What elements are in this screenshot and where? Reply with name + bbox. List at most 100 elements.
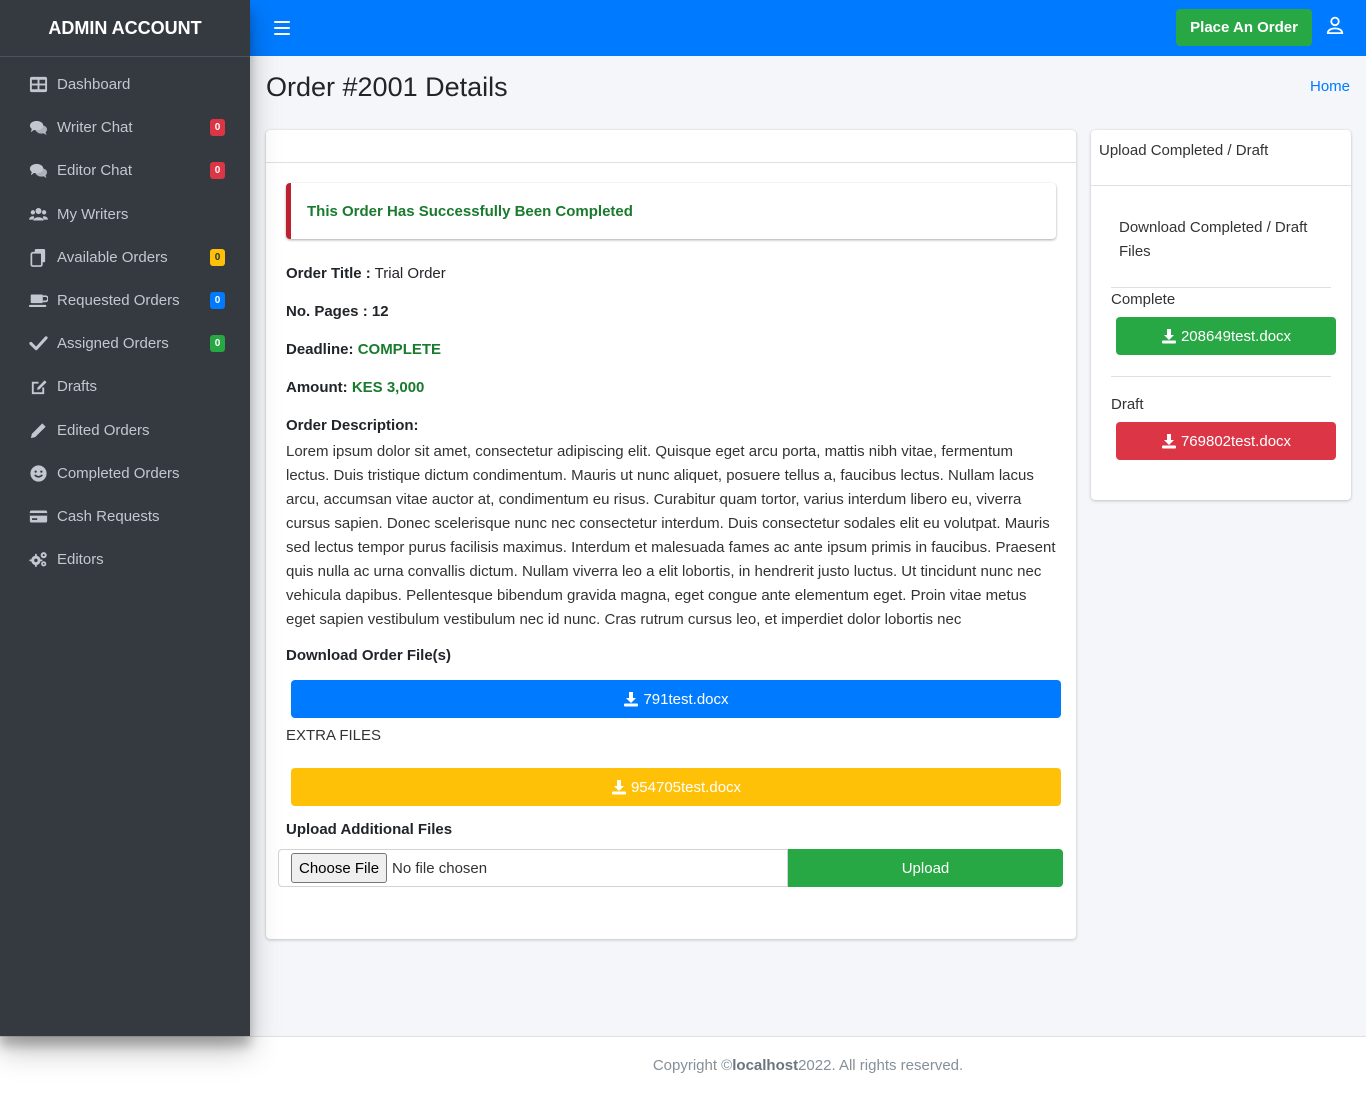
sidebar-item-dashboard[interactable]: Dashboard — [0, 63, 250, 106]
side-card-subtitle: Download Completed / Draft Files — [1119, 219, 1308, 260]
top-navbar: Place An Order — [250, 0, 1366, 56]
footer: Copyright © localhost 2022. All rights r… — [0, 1036, 1366, 1093]
users-icon — [27, 204, 49, 224]
sidebar-item-my-writers[interactable]: My Writers — [0, 193, 250, 236]
sidebar-item-label: Dashboard — [57, 76, 131, 94]
complete-label: Complete — [1111, 291, 1176, 308]
sidebar-item-label: Available Orders — [57, 248, 168, 266]
draft-file-download-button[interactable]: 769802test.docx — [1116, 422, 1336, 460]
available-orders-badge: 0 — [210, 248, 225, 266]
order-title-value: Trial Order — [374, 265, 446, 282]
draft-file-name: 769802test.docx — [1180, 432, 1292, 450]
brand-title[interactable]: ADMIN ACCOUNT — [0, 0, 250, 57]
amount-value: KES 3,000 — [351, 379, 425, 396]
assigned-orders-badge: 0 — [210, 335, 225, 353]
status-callout: This Order Has Successfully Been Complet… — [286, 183, 1056, 239]
pages-field: No. Pages : 12 — [286, 303, 389, 320]
footer-prefix: Copyright © — [652, 1056, 733, 1074]
place-order-button[interactable]: Place An Order — [1176, 9, 1312, 46]
footer-suffix: 2022. All rights reserved. — [798, 1056, 964, 1074]
file-input[interactable]: Choose File No file chosen — [278, 849, 788, 887]
no-file-text: No file chosen — [392, 859, 488, 877]
sidebar-item-available-orders[interactable]: Available Orders 0 — [0, 236, 250, 279]
sidebar: ADMIN ACCOUNT Dashboard Writer Chat 0 Ed… — [0, 0, 250, 1036]
complete-file-name: 208649test.docx — [1180, 327, 1292, 345]
download-label-text: Download Order File(s) — [286, 647, 452, 664]
upload-button[interactable]: Upload — [788, 849, 1063, 887]
comments-icon — [27, 161, 49, 181]
sidebar-nav: Dashboard Writer Chat 0 Editor Chat 0 My… — [0, 57, 250, 581]
amount-label: Amount: — [286, 379, 348, 396]
description-label: Order Description: — [286, 417, 419, 434]
deadline-label: Deadline: — [286, 341, 354, 358]
deadline-value: COMPLETE — [357, 341, 442, 358]
smile-icon — [27, 463, 49, 483]
sidebar-item-editors[interactable]: Editors — [0, 538, 250, 581]
deadline-field: Deadline: COMPLETE — [286, 341, 441, 358]
download-icon — [1161, 434, 1176, 449]
sidebar-item-assigned-orders[interactable]: Assigned Orders 0 — [0, 322, 250, 365]
user-icon[interactable] — [1326, 16, 1344, 34]
sidebar-item-editor-chat[interactable]: Editor Chat 0 — [0, 149, 250, 192]
amount-field: Amount: KES 3,000 — [286, 379, 424, 396]
order-file-download-button[interactable]: 791test.docx — [291, 680, 1061, 718]
sidebar-item-label: Assigned Orders — [57, 335, 169, 353]
page-title: Order #2001 Details — [266, 72, 508, 102]
choose-file-button[interactable]: Choose File — [291, 853, 388, 883]
footer-host-link[interactable]: localhost — [732, 1057, 798, 1074]
comments-icon — [27, 118, 49, 138]
pages-value: 12 — [371, 303, 389, 320]
dashboard-icon — [27, 75, 49, 95]
sidebar-item-completed-orders[interactable]: Completed Orders — [0, 452, 250, 495]
upload-label-text: Upload Additional Files — [286, 821, 453, 838]
description-label-text: Order Description: — [286, 417, 419, 434]
order-details-card: This Order Has Successfully Been Complet… — [266, 130, 1076, 939]
extra-file-download-button[interactable]: 954705test.docx — [291, 768, 1061, 806]
pages-label: No. Pages : — [286, 303, 368, 320]
upload-additional-label: Upload Additional Files — [286, 821, 452, 838]
requested-orders-badge: 0 — [210, 291, 225, 309]
hamburger-icon[interactable] — [274, 21, 290, 35]
sidebar-item-label: Drafts — [57, 378, 98, 396]
order-title-field: Order Title : Trial Order — [286, 265, 446, 282]
sidebar-item-label: Cash Requests — [57, 507, 160, 525]
download-icon — [624, 692, 639, 707]
writer-chat-badge: 0 — [210, 119, 225, 137]
pencil-icon — [27, 420, 49, 440]
credit-card-icon — [27, 506, 49, 526]
sidebar-item-drafts[interactable]: Drafts — [0, 365, 250, 408]
sidebar-item-label: Editors — [57, 551, 104, 569]
order-title-label: Order Title : — [286, 265, 371, 282]
sidebar-item-label: Writer Chat — [57, 119, 133, 137]
side-card-header: Upload Completed / Draft — [1091, 130, 1351, 186]
sidebar-item-edited-orders[interactable]: Edited Orders — [0, 409, 250, 452]
copy-icon — [27, 247, 49, 267]
sidebar-item-cash-requests[interactable]: Cash Requests — [0, 495, 250, 538]
editor-chat-badge: 0 — [210, 162, 225, 180]
sidebar-item-label: Completed Orders — [57, 464, 180, 482]
check-icon — [27, 334, 49, 354]
order-file-name: 791test.docx — [643, 690, 729, 708]
draft-label: Draft — [1111, 396, 1144, 413]
mug-icon — [27, 291, 49, 311]
divider — [1111, 287, 1331, 288]
sidebar-item-writer-chat[interactable]: Writer Chat 0 — [0, 106, 250, 149]
sidebar-item-label: Editor Chat — [57, 162, 133, 180]
sidebar-item-label: Requested Orders — [57, 292, 180, 310]
divider — [1111, 376, 1331, 377]
sidebar-item-label: Edited Orders — [57, 421, 150, 439]
complete-file-download-button[interactable]: 208649test.docx — [1116, 317, 1336, 355]
sidebar-item-label: My Writers — [57, 205, 129, 223]
card-header — [266, 130, 1076, 163]
extra-file-name: 954705test.docx — [630, 778, 742, 796]
order-description: Lorem ipsum dolor sit amet, consectetur … — [286, 443, 1056, 628]
upload-completed-card: Upload Completed / Draft Download Comple… — [1091, 130, 1351, 500]
extra-files-label: EXTRA FILES — [286, 727, 382, 744]
download-order-files-label: Download Order File(s) — [286, 647, 451, 664]
breadcrumb-home-link[interactable]: Home — [1310, 78, 1350, 95]
download-icon — [1161, 329, 1176, 344]
sidebar-item-requested-orders[interactable]: Requested Orders 0 — [0, 279, 250, 322]
cogs-icon — [27, 550, 49, 570]
download-icon — [611, 780, 626, 795]
edit-icon — [27, 377, 49, 397]
